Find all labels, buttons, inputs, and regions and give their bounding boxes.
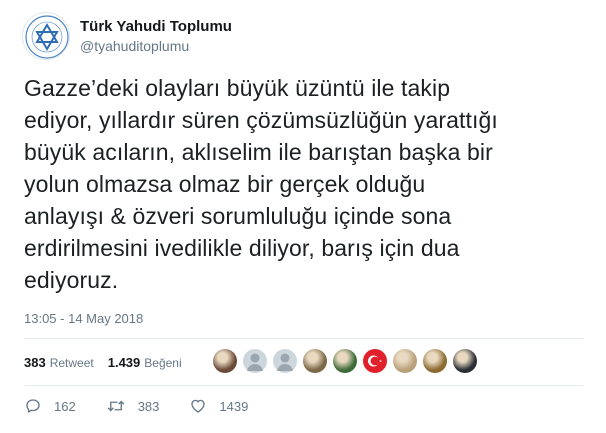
tweet-timestamp[interactable]: 13:05 - 14 May 2018 [24,311,143,326]
like-button[interactable]: 1439 [189,397,248,415]
author-handle[interactable]: @tyahuditoplumu [80,37,232,55]
like-count: 1.439 [107,354,141,370]
retweet-count: 383 [24,354,46,370]
tweet-text-line: yolun olmazsa olmaz bir gerçek olduğu [24,171,426,197]
tweet-actions: 162 383 1439 [24,397,278,415]
reply-icon [26,399,40,413]
retweet-button[interactable]: 383 [106,397,160,415]
retweet-label: Retweet [49,355,94,370]
divider [24,338,584,339]
liker-avatars [213,349,483,373]
tweet-text-line: ediyor, yıllardır süren çözümsüzlüğün ya… [24,107,498,133]
tweet-text-line: büyük acıların, aklıselim ile barıştan b… [24,139,493,165]
reply-button[interactable]: 162 [24,397,76,415]
retweet-action-count: 383 [137,398,160,414]
tweet-stats: 383 Retweet 1.439 Beğeni [24,346,196,378]
tweet-text-line: erdirilmesini ivedilikle diliyor, barış … [24,235,460,261]
like-action-count: 1439 [219,398,249,414]
default-avatar-icon[interactable] [273,349,297,373]
tweet-text-line: Gazze’deki olayları büyük üzüntü ile tak… [24,75,451,101]
heart-icon [191,399,206,413]
tweet-text-line: ediyoruz. [24,267,119,293]
like-count-stat[interactable]: 1.439 Beğeni [108,355,182,370]
star-of-david-logo-icon [25,15,69,59]
avatar-photo-icon[interactable] [393,349,417,373]
turkish-flag-avatar-icon[interactable] [363,349,387,373]
author-display-name[interactable]: Türk Yahudi Toplumu [80,17,232,37]
avatar-photo-icon[interactable] [423,349,447,373]
tweet-text-line: anlayışı & özveri sorumluluğu içinde son… [24,203,452,229]
tweet-text: Gazze’deki olayları büyük üzüntü ile tak… [24,72,589,296]
avatar-photo-icon[interactable] [453,349,477,373]
like-label: Beğeni [144,355,182,370]
tweet-header: Türk Yahudi Toplumu @tyahuditoplumu [22,12,232,60]
default-avatar-icon[interactable] [243,349,267,373]
profile-avatar[interactable] [22,12,70,60]
retweet-icon [107,400,125,412]
avatar-photo-icon[interactable] [303,349,327,373]
avatar-photo-icon[interactable] [213,349,237,373]
avatar-photo-icon[interactable] [333,349,357,373]
reply-count: 162 [54,398,76,414]
retweet-count-stat[interactable]: 383 Retweet [24,355,94,370]
divider [24,385,584,386]
